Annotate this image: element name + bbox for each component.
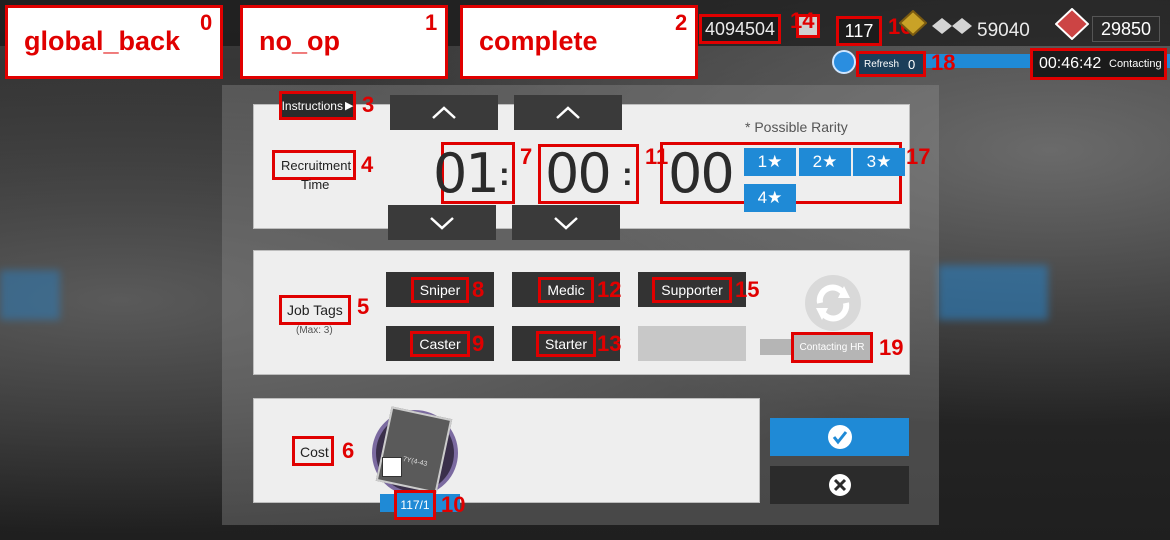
annotation-number: 7 — [520, 144, 533, 169]
annotation-number: 2 — [675, 10, 688, 35]
tag-caster-label: Caster — [410, 330, 470, 357]
annotation-number: 6 — [342, 438, 355, 463]
tag-medic-label: Medic — [538, 276, 594, 303]
chevron-up-icon — [432, 105, 456, 119]
refresh-count: 0 — [908, 57, 916, 72]
recruitment-label: Recruitment — [281, 158, 352, 173]
play-arrow-icon: ▶ — [344, 100, 354, 112]
timer-status: Contacting — [1109, 58, 1162, 70]
annotation-number: 18 — [931, 50, 956, 75]
rarity-4-star: 4★ — [744, 184, 796, 212]
job-tags-max: (Max: 3) — [296, 325, 333, 336]
cancel-button[interactable] — [770, 466, 909, 504]
annotation-number: 15 — [735, 277, 760, 302]
tag-supporter-button[interactable]: Supporter — [638, 272, 746, 307]
time-label: Time — [301, 177, 330, 192]
job-tags-label: Job Tags — [287, 302, 343, 318]
orundum-icon — [898, 9, 928, 37]
annotation-number: 12 — [597, 277, 622, 302]
rarity-1-star: 1★ — [744, 148, 796, 176]
no-op-button[interactable]: no_op — [240, 5, 448, 79]
minutes-down-button[interactable] — [512, 205, 620, 240]
instructions-button[interactable]: Instructions ▶ — [279, 91, 356, 120]
cost-label: Cost — [300, 444, 329, 460]
check-icon — [827, 425, 852, 449]
annotation-number: 9 — [472, 331, 485, 356]
background-decoration — [0, 270, 60, 320]
global-back-button[interactable]: global_back — [5, 5, 223, 79]
orundum-crystal-icon — [932, 16, 972, 36]
global-back-label: global_back — [24, 26, 181, 56]
annotation-number: 10 — [441, 492, 466, 517]
tag-empty-slot — [638, 326, 746, 361]
annotation-number: 3 — [362, 92, 375, 117]
tag-starter-label: Starter — [535, 330, 596, 357]
close-icon — [828, 474, 851, 496]
rarity-2-star: 2★ — [799, 148, 851, 176]
annotation-number: 17 — [906, 144, 931, 169]
refresh-label: Refresh — [864, 59, 900, 70]
permit-code: 7Y(4-43 — [402, 455, 428, 468]
refresh-button[interactable]: Refresh 0 — [856, 51, 926, 77]
recruit-timer: 00:46:42 Contacting — [1030, 48, 1167, 80]
annotation-number: 8 — [472, 277, 485, 302]
colon-separator: : — [622, 156, 633, 192]
originite-prime-icon — [1054, 7, 1090, 41]
lmd-counter: 4094504 — [699, 14, 781, 44]
hours-down-button[interactable] — [388, 205, 496, 240]
minutes-up-button[interactable] — [514, 95, 622, 130]
annotation-number: 13 — [597, 331, 622, 356]
originite-prime-counter: 29850 — [1092, 16, 1160, 42]
complete-button[interactable]: complete — [460, 5, 698, 79]
annotation-number: 4 — [361, 152, 374, 177]
contacting-hr-label: Contacting HR — [799, 342, 865, 353]
rarity-3-star: 3★ — [853, 148, 905, 176]
annotation-number: 5 — [357, 294, 370, 319]
cost-value: 117/1 — [400, 498, 430, 512]
background-decoration — [938, 265, 1048, 320]
tag-supporter-label: Supporter — [652, 276, 732, 303]
refresh-tags-icon[interactable] — [800, 270, 866, 336]
recruiter-avatar-icon — [832, 50, 856, 74]
minutes-value: 00 — [545, 142, 612, 205]
colon-separator: : — [499, 156, 510, 192]
tag-sniper-label: Sniper — [410, 276, 470, 303]
annotation-number: 14 — [790, 8, 815, 33]
cost-value-box: 117/1 — [394, 490, 436, 520]
annotation-number: 1 — [425, 10, 438, 35]
confirm-button[interactable] — [770, 418, 909, 456]
sanity-counter[interactable]: 117 — [836, 16, 882, 46]
orundum-counter: 59040 — [977, 20, 1030, 41]
annotation-number: 19 — [879, 335, 904, 360]
annotation-number: 0 — [200, 10, 213, 35]
possible-rarity-title: * Possible Rarity — [745, 119, 848, 135]
instructions-label: Instructions — [281, 98, 343, 113]
contacting-hr-button[interactable]: Contacting HR — [791, 332, 873, 363]
permit-tag-icon — [382, 457, 402, 477]
chevron-down-icon — [554, 216, 578, 230]
hours-value: 01 — [433, 142, 500, 205]
chevron-down-icon — [430, 216, 454, 230]
chevron-up-icon — [556, 105, 580, 119]
timer-value: 00:46:42 — [1039, 55, 1102, 72]
no-op-label: no_op — [259, 26, 340, 56]
hours-up-button[interactable] — [390, 95, 498, 130]
complete-label: complete — [479, 26, 598, 56]
